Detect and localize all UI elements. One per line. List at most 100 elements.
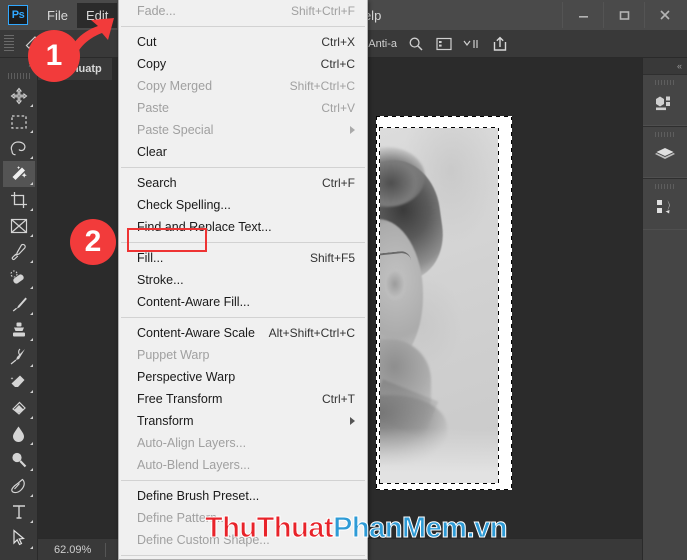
dock-collapse-button[interactable]: «: [643, 58, 687, 74]
menu-item-label: Puppet Warp: [137, 348, 210, 362]
menu-item-stroke[interactable]: Stroke...: [119, 269, 367, 291]
move-tool[interactable]: [3, 83, 35, 109]
menu-item-label: Define Pattern...: [137, 511, 228, 525]
menu-item-shortcut: Ctrl+C: [320, 57, 355, 71]
menu-item-shortcut: Shift+F5: [309, 251, 355, 265]
menu-item-define-custom-shape: Define Custom Shape...: [119, 529, 367, 551]
menu-item-label: Clear: [137, 145, 167, 159]
menu-separator: [121, 167, 365, 168]
panel-grip[interactable]: [655, 80, 675, 85]
tool-expand-triangle-icon: [29, 546, 33, 549]
tool-expand-triangle-icon: [29, 156, 33, 159]
path-selection-tool[interactable]: [3, 525, 35, 551]
maximize-icon[interactable]: [603, 2, 644, 28]
frame-tool[interactable]: [3, 213, 35, 239]
actions-panel-button[interactable]: [643, 178, 687, 230]
menu-item-label: Paste Special: [137, 123, 214, 137]
eraser-tool[interactable]: [3, 369, 35, 395]
share-icon[interactable]: [491, 35, 509, 53]
menu-item-perspective-warp[interactable]: Perspective Warp: [119, 366, 367, 388]
panel-grip[interactable]: [655, 184, 675, 189]
menu-item-free-transform[interactable]: Free Transform Ctrl+T: [119, 388, 367, 410]
menu-item-find-and-replace-text[interactable]: Find and Replace Text...: [119, 216, 367, 238]
menu-item-transform[interactable]: Transform: [119, 410, 367, 432]
tool-expand-triangle-icon: [29, 182, 33, 185]
healing-brush-tool[interactable]: [3, 265, 35, 291]
menu-item-label: Perspective Warp: [137, 370, 236, 384]
dodge-tool[interactable]: [3, 447, 35, 473]
antialias-label: Anti-a: [368, 37, 398, 50]
search-icon[interactable]: [407, 35, 425, 53]
tool-expand-triangle-icon: [29, 364, 33, 367]
tool-expand-triangle-icon: [29, 338, 33, 341]
blur-tool[interactable]: [3, 421, 35, 447]
menu-item-check-spelling[interactable]: Check Spelling...: [119, 194, 367, 216]
photoshop-logo-icon: Ps: [8, 5, 28, 25]
menu-item-paste-special: Paste Special: [119, 119, 367, 141]
tool-expand-triangle-icon: [29, 130, 33, 133]
tools-panel: »: [0, 58, 38, 560]
pen-tool[interactable]: [3, 473, 35, 499]
menu-item-clear[interactable]: Clear: [119, 141, 367, 163]
tools-grip[interactable]: [7, 73, 30, 79]
workspace-icon[interactable]: [435, 35, 453, 53]
menu-item-label: Content-Aware Fill...: [137, 295, 251, 309]
minimize-icon[interactable]: [562, 2, 603, 28]
photoshop-window: Ps File Edit View Window Help: [0, 0, 687, 560]
menu-item-content-aware-scale[interactable]: Content-Aware Scale Alt+Shift+Ctrl+C: [119, 322, 367, 344]
menu-separator: [121, 242, 365, 243]
menu-item-content-aware-fill[interactable]: Content-Aware Fill...: [119, 291, 367, 313]
close-icon[interactable]: [644, 2, 685, 28]
actions-panel-icon: [643, 194, 687, 220]
window-controls: [562, 2, 685, 28]
menu-item-label: Fill...: [137, 251, 164, 265]
menu-item-shortcut: Shift+Ctrl+F: [290, 4, 355, 18]
brush-tool[interactable]: [3, 291, 35, 317]
menu-item-shortcut: Alt+Shift+Ctrl+C: [268, 326, 355, 340]
status-divider: [105, 542, 107, 557]
panel-grip[interactable]: [655, 132, 675, 137]
magic-wand-tool[interactable]: [2, 161, 35, 187]
tool-expand-triangle-icon: [29, 416, 33, 419]
menu-item-auto-blend-layers: Auto-Blend Layers...: [119, 454, 367, 476]
menu-item-define-pattern: Define Pattern...: [119, 507, 367, 529]
menu-item-label: Fade...: [137, 4, 176, 18]
annotation-badge-2: 2: [70, 219, 116, 265]
menu-item-label: Cut: [137, 35, 157, 49]
zoom-level-value[interactable]: 62.09%: [54, 544, 91, 556]
libraries-panel-button[interactable]: [643, 74, 687, 126]
rectangular-marquee-tool[interactable]: [3, 109, 35, 135]
menu-item-label: Find and Replace Text...: [137, 220, 272, 234]
menu-item-cut[interactable]: Cut Ctrl+X: [119, 31, 367, 53]
menu-item-shortcut: Ctrl+X: [321, 35, 355, 49]
menu-item-label: Transform: [137, 414, 194, 428]
crop-tool[interactable]: [3, 187, 35, 213]
menu-separator: [121, 480, 365, 481]
options-grip[interactable]: [4, 34, 14, 53]
history-brush-tool[interactable]: [3, 343, 35, 369]
gradient-tool[interactable]: [3, 395, 35, 421]
marching-ants-inner-selection: [379, 127, 499, 484]
menu-item-puppet-warp: Puppet Warp: [119, 344, 367, 366]
menu-item-fill[interactable]: Fill... Shift+F5: [119, 247, 367, 269]
menu-item-label: Auto-Blend Layers...: [137, 458, 251, 472]
tool-expand-triangle-icon: [29, 468, 33, 471]
tool-expand-triangle-icon: [29, 104, 33, 107]
tool-expand-triangle-icon: [29, 520, 33, 523]
type-tool[interactable]: [3, 499, 35, 525]
layers-panel-icon: [643, 142, 687, 168]
eyedropper-tool[interactable]: [3, 239, 35, 265]
menu-item-define-brush-preset[interactable]: Define Brush Preset...: [119, 485, 367, 507]
submenu-arrow-icon: [350, 126, 355, 134]
edit-dropdown-menu[interactable]: Fade... Shift+Ctrl+F Cut Ctrl+X Copy Ctrl+C Co…: [118, 0, 368, 560]
arrange-icon[interactable]: [463, 35, 481, 53]
layers-panel-button[interactable]: [643, 126, 687, 178]
menu-item-search[interactable]: Search Ctrl+F: [119, 172, 367, 194]
tool-expand-triangle-icon: [29, 208, 33, 211]
lasso-tool[interactable]: [3, 135, 35, 161]
clone-stamp-tool[interactable]: [3, 317, 35, 343]
menu-item-label: Content-Aware Scale: [137, 326, 255, 340]
menu-item-copy[interactable]: Copy Ctrl+C: [119, 53, 367, 75]
menu-item-copy-merged: Copy Merged Shift+Ctrl+C: [119, 75, 367, 97]
menu-separator: [121, 26, 365, 27]
